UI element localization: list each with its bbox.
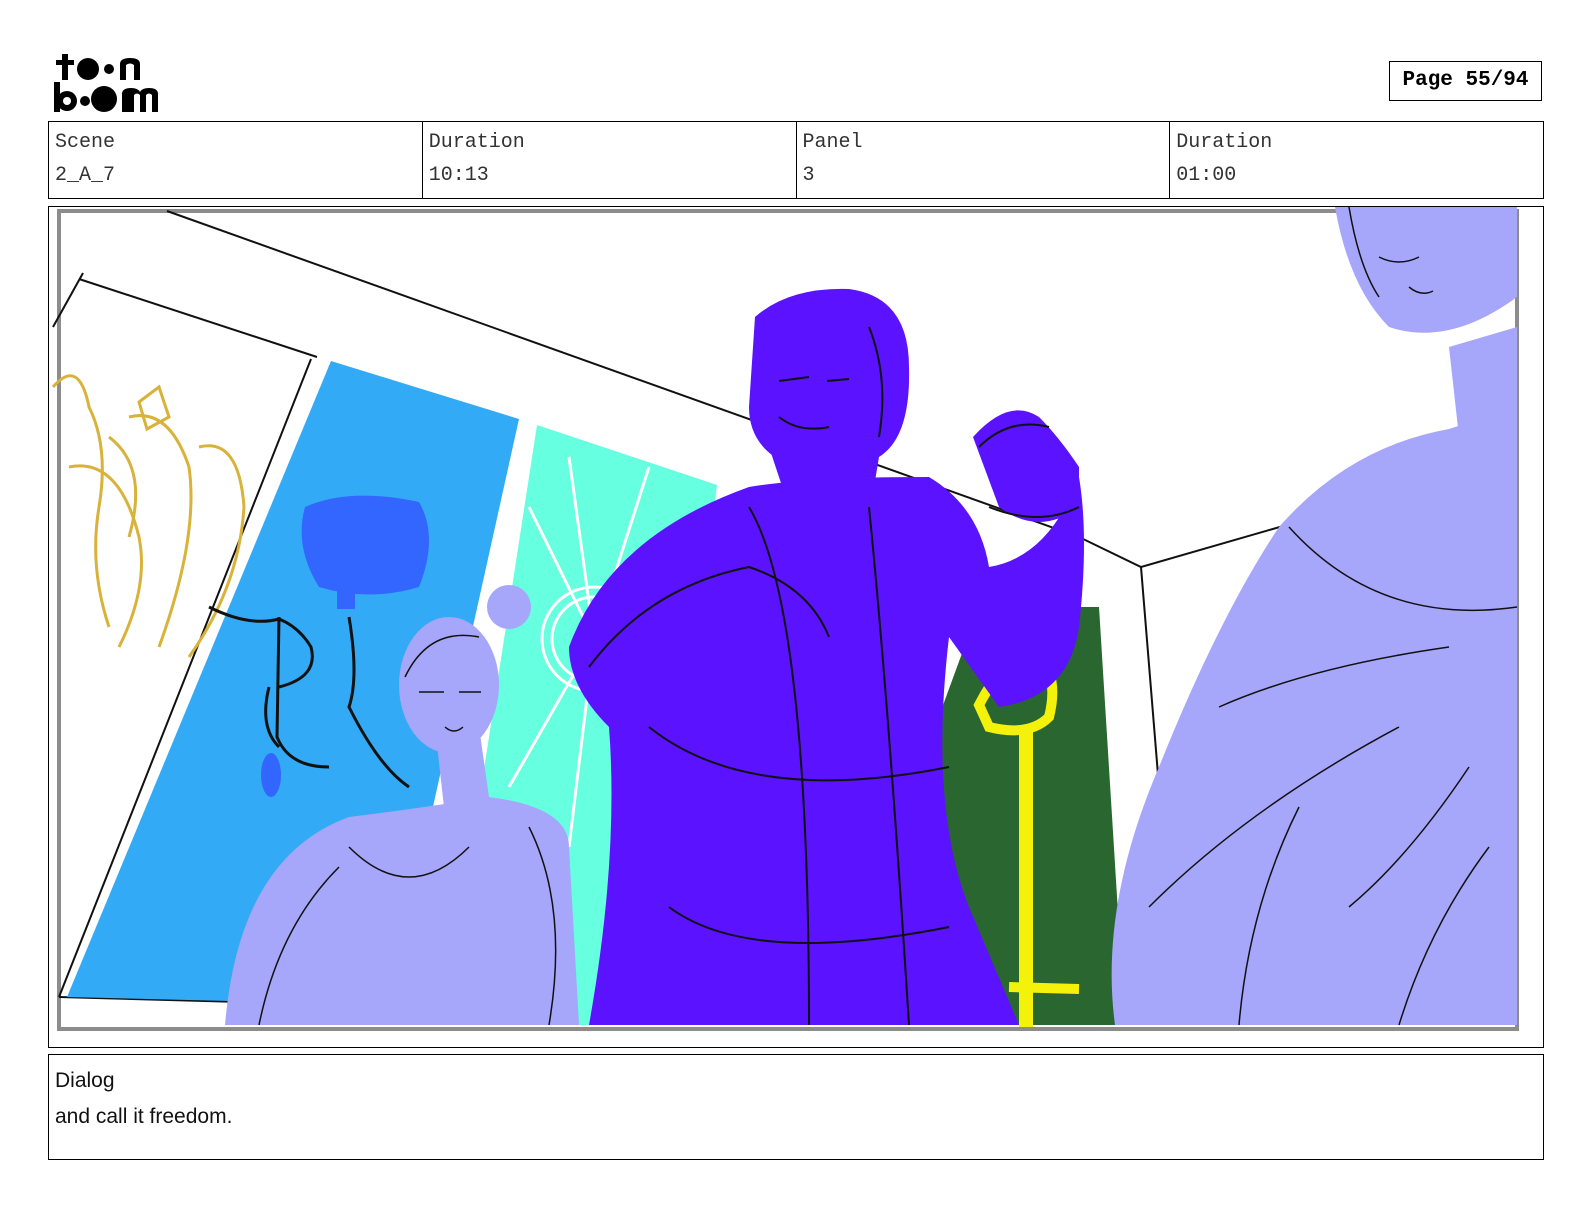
scene-info-table: Scene 2_A_7 Duration 10:13 Panel 3 Durat… bbox=[48, 121, 1544, 199]
toon-boom-logo bbox=[52, 52, 168, 114]
panel-value: 3 bbox=[802, 164, 815, 187]
scene-duration-value: 10:13 bbox=[428, 164, 489, 187]
scene-cell: Scene 2_A_7 bbox=[49, 122, 423, 198]
panel-artwork bbox=[49, 207, 1543, 1047]
panel-duration-value: 01:00 bbox=[1176, 164, 1237, 187]
hammer-head-shape bbox=[301, 495, 429, 595]
panel-cell: Panel 3 bbox=[797, 122, 1171, 198]
dialog-box: Dialog and call it freedom. bbox=[48, 1054, 1544, 1160]
panel-duration-label: Duration bbox=[1176, 131, 1273, 154]
panel-label: Panel bbox=[802, 131, 863, 154]
panel-duration-cell: Duration 01:00 bbox=[1170, 122, 1543, 198]
dialog-label: Dialog bbox=[55, 1069, 115, 1092]
hammer-neck-shape bbox=[337, 579, 355, 609]
dialog-text: and call it freedom. bbox=[55, 1105, 233, 1128]
page-number: Page 55/94 bbox=[1389, 61, 1542, 101]
scene-label: Scene bbox=[55, 131, 116, 154]
scene-duration-cell: Duration 10:13 bbox=[423, 122, 797, 198]
scene-value: 2_A_7 bbox=[55, 164, 116, 187]
storyboard-panel bbox=[48, 206, 1544, 1048]
logo-mark bbox=[54, 54, 158, 112]
hammer-pommel-shape bbox=[261, 753, 281, 797]
scene-duration-label: Duration bbox=[428, 131, 525, 154]
